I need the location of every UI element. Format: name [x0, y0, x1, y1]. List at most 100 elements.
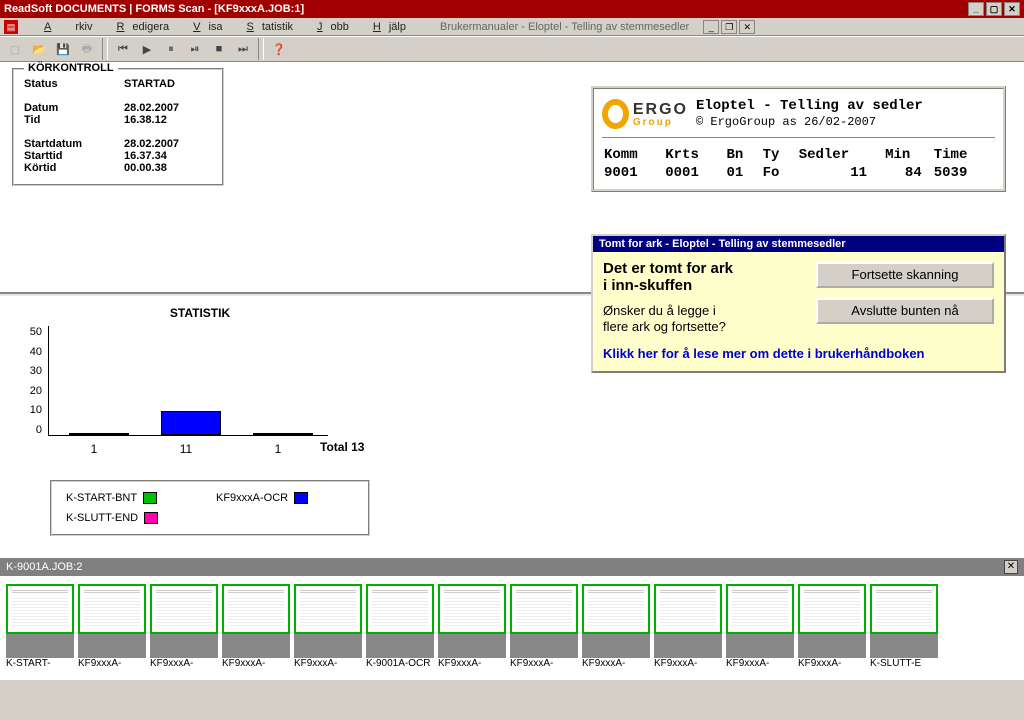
h-min: Min — [885, 147, 932, 163]
thumbnail-doc-icon — [654, 584, 722, 634]
thumbnail-doc-icon — [6, 584, 74, 634]
thumbnail[interactable]: KF9xxxA- — [798, 584, 866, 672]
thumbnail[interactable]: K-START- — [6, 584, 74, 672]
status-value: STARTAD — [124, 78, 175, 90]
end-batch-button[interactable]: Avslutte bunten nå — [816, 298, 994, 324]
new-icon[interactable]: ▢ — [4, 38, 26, 60]
inner-minimize-icon[interactable]: _ — [703, 20, 719, 34]
thumbnail-label: KF9xxxA- — [150, 658, 218, 669]
h-sedler: Sedler — [799, 147, 883, 163]
status-label: Status — [24, 78, 124, 90]
skip-fwd-icon[interactable]: ⏭ — [232, 38, 254, 60]
bar-kf9xxxa — [161, 411, 221, 435]
thumbnail[interactable]: KF9xxxA- — [510, 584, 578, 672]
menu-brukermanualer[interactable]: Brukermanualer - Eloptel - Telling av st… — [432, 19, 697, 35]
thumbnail-doc-icon — [870, 584, 938, 634]
chart-y-axis: 504030 20100 — [20, 326, 42, 436]
thumbnail-label: KF9xxxA- — [222, 658, 290, 669]
skip-back-icon[interactable]: ⏮ — [112, 38, 134, 60]
datum-value: 28.02.2007 — [124, 102, 179, 114]
thumbnail-doc-icon — [294, 584, 362, 634]
thumbnail-label: KF9xxxA- — [510, 658, 578, 669]
close-icon[interactable]: ✕ — [1004, 2, 1020, 16]
thumbnail-label: K-9001A-OCR — [366, 658, 434, 669]
toolbar: ▢ 📂 💾 🖶 ⏮ ▶ ⏸ ⏯ ■ ⏭ ❓ — [0, 36, 1024, 62]
chart-total: Total 13 — [320, 440, 364, 454]
menu-statistik[interactable]: Statistik — [231, 19, 302, 35]
h-komm: Komm — [604, 147, 663, 163]
thumbnail-doc-icon — [150, 584, 218, 634]
help-icon[interactable]: ❓ — [268, 38, 290, 60]
thumbnail[interactable]: KF9xxxA- — [150, 584, 218, 672]
pause-icon[interactable]: ⏸ — [160, 38, 182, 60]
v-sedler: 11 — [799, 165, 883, 181]
menu-arkiv[interactable]: Arkiv — [28, 19, 100, 35]
chart-x-labels: 1111 — [48, 442, 328, 456]
starttid-value: 16.37.34 — [124, 150, 167, 162]
korkontroll-title: KÖRKONTROLL — [24, 62, 118, 74]
thumbnail-label: KF9xxxA- — [78, 658, 146, 669]
inner-close-icon[interactable]: ✕ — [739, 20, 755, 34]
v-krts: 0001 — [665, 165, 724, 181]
open-icon[interactable]: 📂 — [28, 38, 50, 60]
thumbnail-strip: K-START-KF9xxxA-KF9xxxA-KF9xxxA-KF9xxxA-… — [0, 576, 1024, 680]
job-title: K-9001A.JOB:2 — [6, 561, 82, 573]
play-icon[interactable]: ▶ — [136, 38, 158, 60]
legend-label-2: KF9xxxA-OCR — [216, 492, 288, 504]
tid-label: Tid — [24, 114, 124, 126]
inner-restore-icon[interactable]: ❐ — [721, 20, 737, 34]
menu-redigera[interactable]: Redigera — [100, 19, 177, 35]
handbook-link[interactable]: Klikk her for å lese mer om dette i bruk… — [603, 346, 994, 361]
thumbnail[interactable]: KF9xxxA- — [438, 584, 506, 672]
v-time: 5039 — [934, 165, 993, 181]
thumbnail-doc-icon — [438, 584, 506, 634]
thumbnail[interactable]: KF9xxxA- — [654, 584, 722, 672]
thumbnail-doc-icon — [798, 584, 866, 634]
thumbnail-doc-icon — [78, 584, 146, 634]
thumbnail-label: KF9xxxA- — [726, 658, 794, 669]
logo-circle-icon — [602, 99, 629, 129]
job-close-icon[interactable]: ✕ — [1004, 560, 1018, 574]
legend-label-1: K-START-BNT — [66, 492, 137, 504]
bar-k-start — [69, 433, 129, 435]
info-panel: ERGO Group Eloptel - Telling av sedler ©… — [591, 86, 1006, 192]
legend-swatch-pink — [144, 512, 158, 524]
kortid-value: 00.00.38 — [124, 162, 167, 174]
logo-text: ERGO — [633, 101, 688, 119]
thumbnail-label: KF9xxxA- — [438, 658, 506, 669]
thumbnail[interactable]: KF9xxxA- — [726, 584, 794, 672]
v-komm: 9001 — [604, 165, 663, 181]
window-buttons: _ ▢ ✕ — [968, 2, 1020, 16]
chart-plot — [48, 326, 328, 436]
ergo-logo: ERGO Group — [602, 95, 688, 133]
info-heading: Eloptel - Telling av sedler — [696, 98, 923, 115]
empty-sheet-dialog: Tomt for ark - Eloptel - Telling av stem… — [591, 234, 1006, 373]
inner-window-buttons: _ ❐ ✕ — [703, 20, 755, 34]
statistik-title: STATISTIK — [20, 306, 380, 320]
maximize-icon[interactable]: ▢ — [986, 2, 1002, 16]
menu-jobb[interactable]: Jobb — [301, 19, 357, 35]
stop-icon[interactable]: ■ — [208, 38, 230, 60]
thumbnail[interactable]: KF9xxxA- — [582, 584, 650, 672]
menu-hjalp[interactable]: Hjälp — [357, 19, 414, 35]
legend-swatch-green — [143, 492, 157, 504]
legend-label-3: K-SLUTT-END — [66, 512, 138, 524]
thumbnail[interactable]: K-9001A-OCR — [366, 584, 434, 672]
print-icon[interactable]: 🖶 — [76, 38, 98, 60]
dialog-title: Tomt for ark - Eloptel - Telling av stem… — [593, 236, 1004, 252]
h-time: Time — [934, 147, 993, 163]
minimize-icon[interactable]: _ — [968, 2, 984, 16]
step-icon[interactable]: ⏯ — [184, 38, 206, 60]
thumbnail[interactable]: KF9xxxA- — [78, 584, 146, 672]
bar-k-slutt — [253, 433, 313, 435]
thumbnail-doc-icon — [366, 584, 434, 634]
thumbnail-doc-icon — [222, 584, 290, 634]
continue-scan-button[interactable]: Fortsette skanning — [816, 262, 994, 288]
thumbnail[interactable]: KF9xxxA- — [222, 584, 290, 672]
h-ty: Ty — [763, 147, 797, 163]
thumbnail[interactable]: KF9xxxA- — [294, 584, 362, 672]
save-icon[interactable]: 💾 — [52, 38, 74, 60]
menu-visa[interactable]: Visa — [177, 19, 230, 35]
korkontroll-panel: KÖRKONTROLL StatusSTARTAD Datum28.02.200… — [12, 68, 224, 186]
thumbnail[interactable]: K-SLUTT-E — [870, 584, 938, 672]
